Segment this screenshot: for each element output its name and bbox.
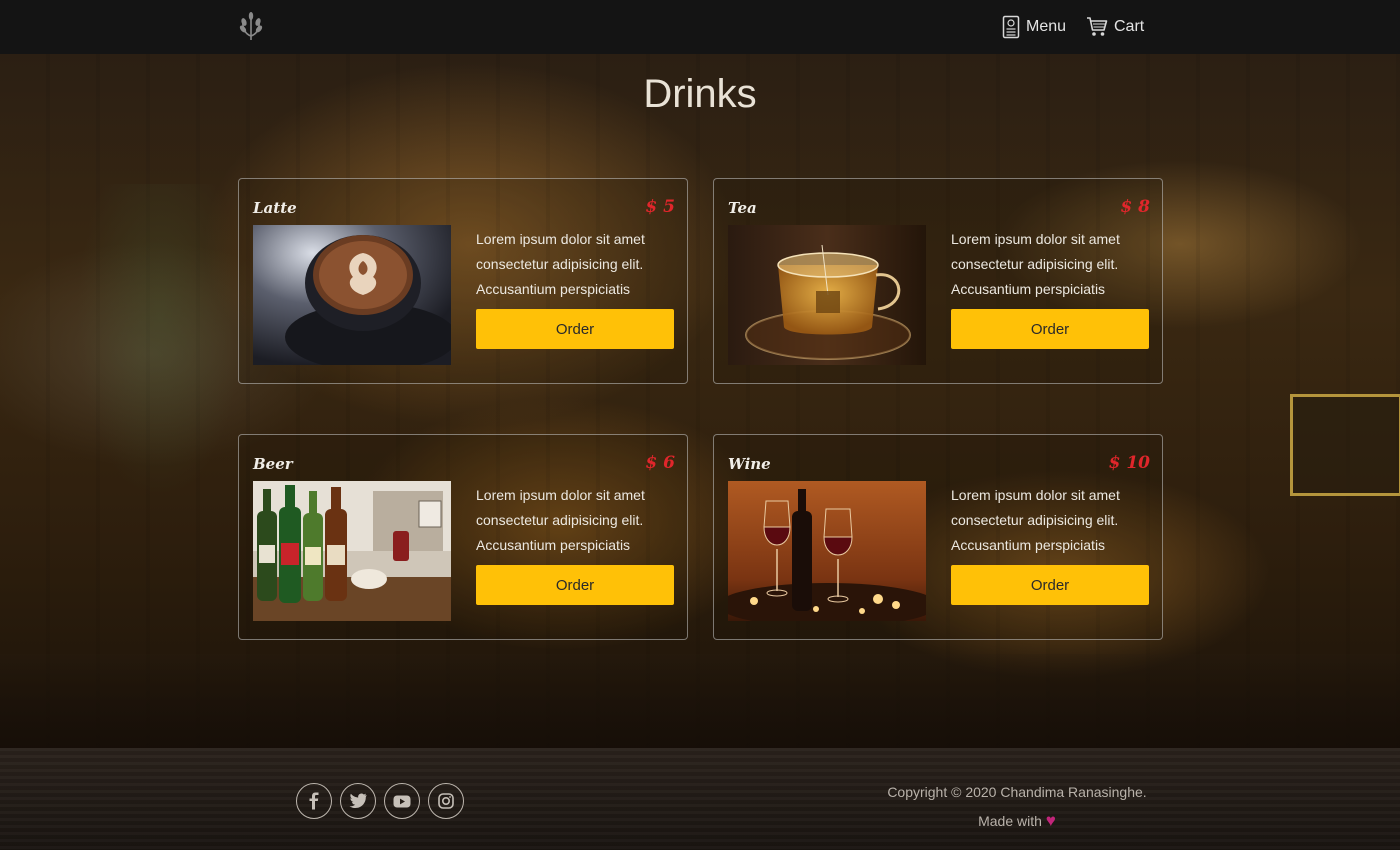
made-with-text: Made with ♥ — [860, 811, 1174, 831]
instagram-icon[interactable] — [428, 783, 464, 819]
beer-image — [253, 481, 451, 621]
background-store-sign — [1290, 394, 1400, 496]
drink-card-tea: Tea $ 8 Lorem ipsum dolor sit amet conse… — [713, 178, 1163, 384]
drink-description: Lorem ipsum dolor sit amet consectetur a… — [951, 487, 1120, 553]
drink-card-latte: Latte $ 5 Lorem ipsum dolor sit amet con… — [238, 178, 688, 384]
order-button-latte[interactable]: Order — [476, 309, 674, 349]
wheat-icon[interactable] — [236, 10, 266, 42]
drink-description: Lorem ipsum dolor sit amet consectetur a… — [476, 231, 645, 297]
heart-icon: ♥ — [1045, 811, 1056, 830]
order-button-beer[interactable]: Order — [476, 565, 674, 605]
tea-image — [728, 225, 926, 365]
drink-price: $ 8 — [1120, 197, 1150, 217]
drink-price: $ 5 — [645, 197, 675, 217]
drink-price: $ 10 — [1108, 453, 1150, 473]
nav-cart-label: Cart — [1114, 18, 1145, 35]
copyright-text: Copyright © 2020 Chandima Ranasinghe. — [887, 784, 1147, 800]
nav-menu-label: Menu — [1026, 18, 1067, 35]
drink-description: Lorem ipsum dolor sit amet consectetur a… — [951, 231, 1120, 297]
order-button-tea[interactable]: Order — [951, 309, 1149, 349]
navbar: Menu Cart — [0, 0, 1400, 54]
drink-card-beer: Beer $ 6 Lorem ipsum dolor sit amet cons… — [238, 434, 688, 640]
latte-image — [253, 225, 451, 365]
drink-description: Lorem ipsum dolor sit amet consectetur a… — [476, 487, 645, 553]
page-title: Drinks — [643, 72, 757, 116]
background-plant — [70, 184, 250, 514]
drink-card-wine: Wine $ 10 Lorem ipsum dolor sit amet con… — [713, 434, 1163, 640]
wine-image — [728, 481, 926, 621]
menu-card-icon — [1002, 15, 1020, 39]
twitter-icon[interactable] — [340, 783, 376, 819]
background-counter — [0, 654, 1400, 748]
drink-name: Latte — [253, 199, 297, 217]
footer: Copyright © 2020 Chandima Ranasinghe. Ma… — [0, 748, 1400, 850]
youtube-icon[interactable] — [384, 783, 420, 819]
drink-name: Wine — [728, 455, 771, 473]
facebook-icon[interactable] — [296, 783, 332, 819]
nav-menu-link[interactable]: Menu — [1002, 14, 1066, 40]
drink-price: $ 6 — [645, 453, 675, 473]
nav-cart-link[interactable]: Cart — [1086, 14, 1144, 40]
order-button-wine[interactable]: Order — [951, 565, 1149, 605]
made-with-label: Made with — [978, 813, 1042, 829]
drink-name: Beer — [253, 455, 293, 473]
drink-name: Tea — [728, 199, 757, 217]
cart-icon — [1086, 16, 1108, 38]
bar-background — [0, 54, 1400, 748]
